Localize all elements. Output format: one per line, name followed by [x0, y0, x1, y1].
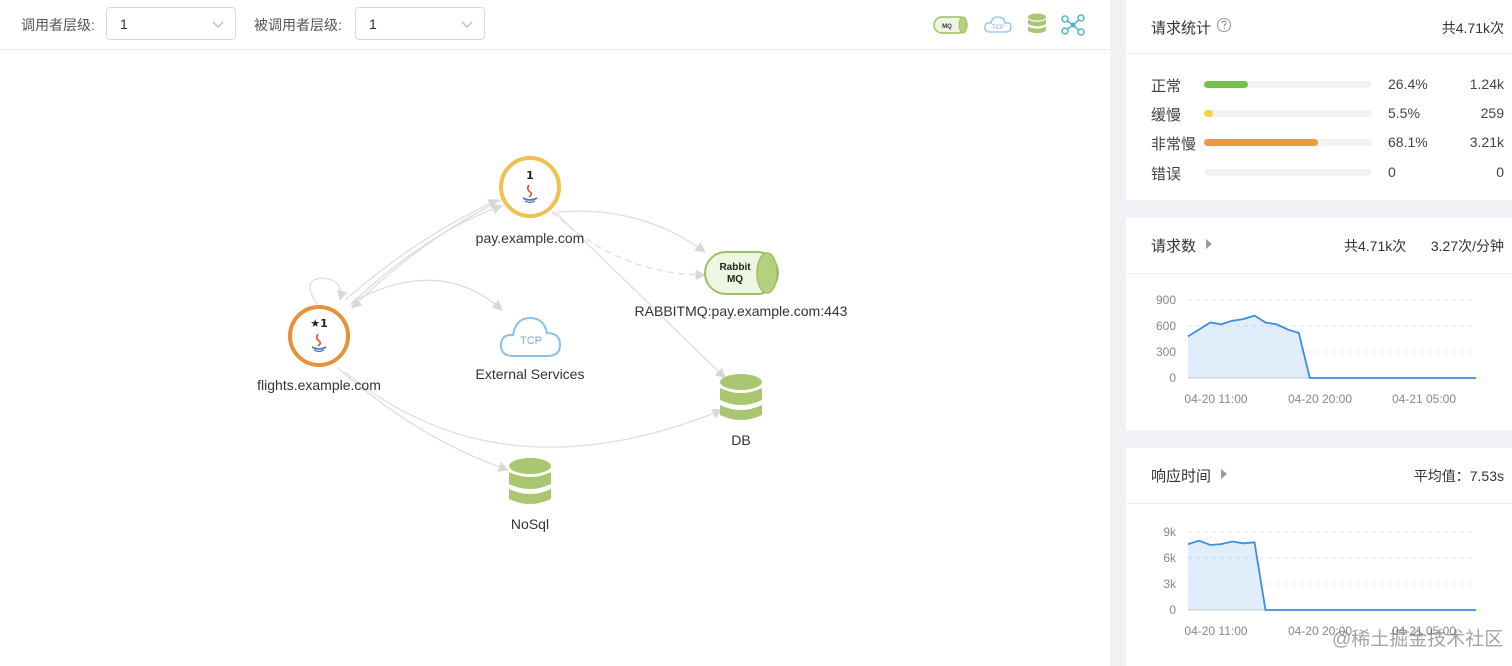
response-time-y-tick: 9k	[1163, 525, 1177, 539]
edge-flights-tcp	[351, 279, 503, 311]
response-time-y-tick: 3k	[1163, 577, 1177, 591]
response-time-title: 响应时间	[1151, 468, 1212, 485]
stat-fill	[1204, 81, 1249, 88]
request-stats-title: 请求统计	[1151, 20, 1212, 37]
stat-row-normal: 正常 26.4% 1.24k	[1126, 75, 1512, 95]
request-stats-card: 请求统计 共4.71k次 正常 26.4% 1.24k 缓慢 5.5% 259 …	[1126, 0, 1512, 200]
help-icon[interactable]	[1216, 17, 1232, 33]
node-db[interactable]: DB	[720, 374, 762, 448]
mq-line2: MQ	[727, 274, 743, 285]
request-count-y-tick: 0	[1169, 371, 1176, 385]
request-count-y-tick: 900	[1156, 293, 1176, 307]
node-label: RABBITMQ:pay.example.com:443	[635, 303, 848, 319]
request-count-card: 请求数 共4.71k次 3.27次/分钟 900 600 300 0 04-20 11:…	[1126, 218, 1512, 430]
stat-track	[1204, 110, 1372, 117]
database-icon	[509, 458, 551, 504]
watermark: @稀土掘金技术社区	[1332, 629, 1504, 650]
stat-count: 0	[1496, 164, 1504, 180]
node-nosql[interactable]: NoSql	[509, 458, 551, 532]
stat-pct: 68.1%	[1388, 134, 1428, 150]
node-label: DB	[731, 432, 750, 448]
node-badge: ★1	[310, 317, 328, 330]
caret-right-icon[interactable]	[1220, 469, 1228, 479]
node-pay[interactable]: 1 pay.example.com	[476, 156, 585, 246]
response-time-y-tick: 6k	[1163, 551, 1177, 565]
topology-icon[interactable]	[1060, 13, 1086, 37]
stat-pct: 0	[1388, 164, 1396, 180]
edge-flights-db	[344, 371, 723, 448]
request-stats-total: 共4.71k次	[1441, 20, 1504, 36]
mq-icon[interactable]: MQ	[933, 15, 969, 35]
caller-level-label: 调用者层级:	[21, 17, 95, 33]
stat-count: 259	[1480, 105, 1504, 121]
response-time-header[interactable]: 响应时间 平均值：7.53s	[1126, 448, 1512, 504]
node-rabbitmq[interactable]: Rabbit MQ RABBITMQ:pay.example.com:443	[635, 251, 848, 319]
chevron-down-icon	[212, 21, 224, 28]
response-time-x-tick: 04-20 11:00	[1184, 624, 1247, 638]
caret-right-icon[interactable]	[1205, 239, 1213, 249]
caller-level-value: 1	[120, 16, 128, 32]
response-time-area	[1188, 540, 1476, 610]
request-count-title: 请求数	[1151, 238, 1197, 255]
app-node-ring	[288, 305, 350, 367]
rabbitmq-icon: Rabbit MQ	[704, 251, 779, 295]
database-icon[interactable]	[1027, 13, 1047, 37]
stat-track	[1204, 169, 1372, 176]
edge-flights-pay	[344, 199, 499, 301]
stat-count: 1.24k	[1469, 76, 1504, 92]
topology-toolbar: 调用者层级: 1 被调用者层级: 1 MQ TCP	[0, 0, 1110, 50]
node-label: NoSql	[511, 516, 549, 532]
request-count-rate: 3.27次/分钟	[1430, 238, 1504, 254]
app-node-ring	[499, 156, 561, 218]
stat-track	[1204, 139, 1372, 146]
stat-name: 非常慢	[1151, 136, 1197, 153]
request-count-x-tick: 04-20 20:00	[1288, 392, 1352, 406]
callee-level-select[interactable]: 1	[355, 7, 485, 40]
node-flights[interactable]: ★1 flights.example.com	[257, 305, 381, 393]
stat-count: 3.21k	[1469, 134, 1504, 150]
node-label: External Services	[476, 366, 585, 382]
tcp-icon-text: TCP	[520, 335, 542, 347]
request-count-header[interactable]: 请求数 共4.71k次 3.27次/分钟	[1126, 218, 1512, 274]
node-badge: 1	[526, 169, 534, 182]
topology-graph[interactable]: ★1 flights.example.com 1 pay.example.com	[0, 51, 1110, 666]
response-time-avg: 平均值：7.53s	[1413, 468, 1504, 484]
mq-icon-text: MQ	[942, 24, 952, 30]
database-icon	[720, 374, 762, 420]
request-count-y-tick: 300	[1156, 345, 1176, 359]
stat-track	[1204, 81, 1372, 88]
request-count-chart[interactable]: 900 600 300 0 04-20 11:00 04-20 20:00 04-21 05…	[1126, 288, 1512, 418]
request-count-total: 共4.71k次	[1344, 238, 1407, 254]
response-time-y-tick: 0	[1169, 603, 1176, 617]
request-count-x-tick: 04-20 11:00	[1184, 392, 1247, 406]
mq-line1: Rabbit	[719, 262, 751, 273]
edge-flights-self	[309, 277, 348, 306]
tcp-icon-text: TCP	[992, 25, 1004, 31]
request-count-x-tick: 04-21 05:00	[1392, 392, 1456, 406]
callee-level-label: 被调用者层级:	[254, 17, 342, 33]
request-stats-header: 请求统计 共4.71k次	[1126, 0, 1512, 54]
stat-name: 缓慢	[1151, 107, 1182, 124]
node-external-services[interactable]: TCP External Services	[476, 316, 585, 382]
stat-row-error: 错误 0 0	[1126, 163, 1512, 183]
stat-name: 错误	[1151, 166, 1182, 183]
stat-fill	[1204, 110, 1214, 117]
caller-level-select[interactable]: 1	[106, 7, 236, 40]
stat-row-very-slow: 非常慢 68.1% 3.21k	[1126, 133, 1512, 153]
stat-name: 正常	[1151, 78, 1182, 95]
stat-fill	[1204, 139, 1319, 146]
stat-pct: 5.5%	[1388, 105, 1420, 121]
stat-pct: 26.4%	[1388, 76, 1428, 92]
node-label: flights.example.com	[257, 377, 381, 393]
stat-row-slow: 缓慢 5.5% 259	[1126, 104, 1512, 124]
request-count-area	[1188, 315, 1476, 378]
stats-panel: 请求统计 共4.71k次 正常 26.4% 1.24k 缓慢 5.5% 259 …	[1126, 0, 1512, 666]
callee-level-value: 1	[369, 16, 377, 32]
chevron-down-icon	[461, 21, 473, 28]
topology-panel: 调用者层级: 1 被调用者层级: 1 MQ TCP ★1 flights.exa…	[0, 0, 1110, 666]
request-count-y-tick: 600	[1156, 319, 1176, 333]
node-label: pay.example.com	[476, 230, 585, 246]
edge-flights-pay-2	[349, 204, 503, 306]
tcp-cloud-icon[interactable]: TCP	[983, 14, 1013, 36]
